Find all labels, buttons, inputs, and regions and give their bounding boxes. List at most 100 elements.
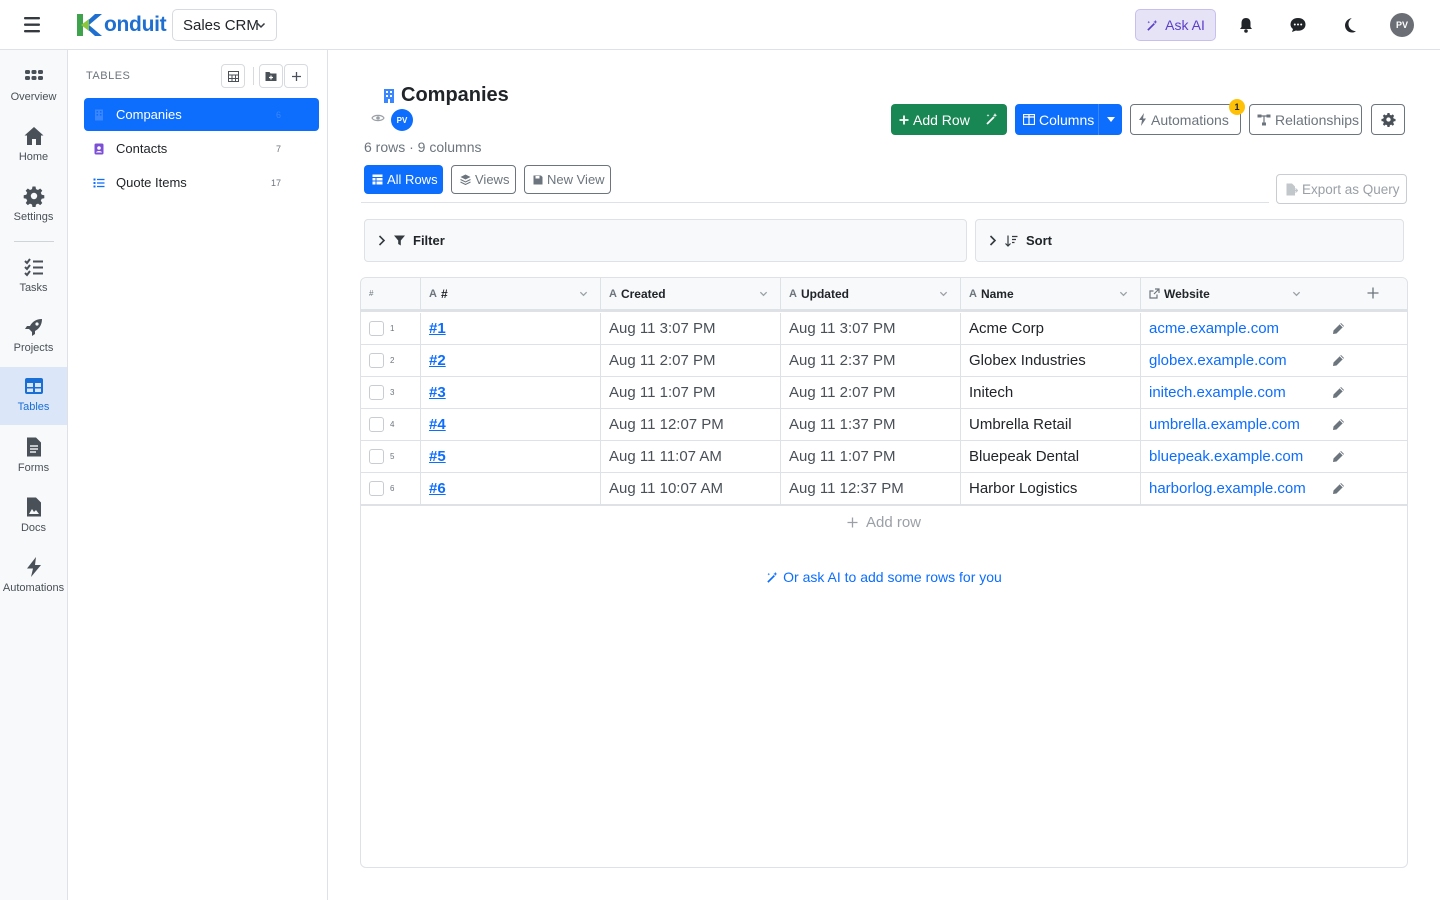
table-item-quote-items[interactable]: Quote Items 17 (84, 166, 319, 199)
rail-item-overview[interactable]: Overview (0, 57, 67, 115)
bell-icon[interactable] (1236, 15, 1256, 35)
id-cell[interactable]: #4 (421, 409, 601, 440)
column-header-created[interactable]: A Created (601, 278, 781, 309)
updated-cell[interactable]: Aug 11 3:07 PM (781, 313, 961, 344)
created-cell[interactable]: Aug 11 3:07 PM (601, 313, 781, 344)
created-cell[interactable]: Aug 11 12:07 PM (601, 409, 781, 440)
chevron-down-icon[interactable] (1292, 289, 1301, 298)
ask-ai-button[interactable]: Ask AI (1135, 9, 1216, 41)
id-cell[interactable]: #1 (421, 313, 601, 344)
hamburger-menu-icon[interactable] (22, 14, 46, 36)
updated-cell[interactable]: Aug 11 1:37 PM (781, 409, 961, 440)
created-cell[interactable]: Aug 11 2:07 PM (601, 345, 781, 376)
table-grid-button[interactable] (221, 64, 245, 88)
views-button[interactable]: Views (451, 165, 516, 194)
new-view-button[interactable]: New View (524, 165, 611, 194)
pencil-icon[interactable] (1332, 354, 1345, 367)
name-cell[interactable]: Initech (961, 377, 1141, 408)
name-cell[interactable]: Umbrella Retail (961, 409, 1141, 440)
row-id-link[interactable]: #4 (429, 416, 446, 433)
row-checkbox[interactable] (369, 481, 384, 496)
row-checkbox[interactable] (369, 449, 384, 464)
table-row[interactable]: 3 #3 Aug 11 1:07 PM Aug 11 2:07 PM Inite… (361, 377, 1407, 409)
pencil-icon[interactable] (1332, 482, 1345, 495)
website-link[interactable]: bluepeak.example.com (1149, 448, 1303, 465)
rail-item-home[interactable]: Home (0, 117, 67, 175)
moon-icon[interactable] (1340, 15, 1360, 35)
rail-item-docs[interactable]: Docs (0, 488, 67, 546)
created-cell[interactable]: Aug 11 10:07 AM (601, 473, 781, 504)
add-row-button[interactable]: Add Row (891, 104, 1007, 135)
rail-item-forms[interactable]: Forms (0, 428, 67, 486)
row-checkbox[interactable] (369, 417, 384, 432)
row-checkbox[interactable] (369, 353, 384, 368)
website-cell[interactable]: initech.example.com (1141, 377, 1307, 408)
website-link[interactable]: harborlog.example.com (1149, 480, 1306, 497)
row-checkbox[interactable] (369, 385, 384, 400)
website-cell[interactable]: umbrella.example.com (1141, 409, 1307, 440)
ask-ai-add-rows-link[interactable]: Or ask AI to add some rows for you (361, 569, 1407, 585)
new-folder-button[interactable] (259, 64, 283, 88)
chevron-down-icon[interactable] (579, 289, 588, 298)
pencil-icon[interactable] (1332, 418, 1345, 431)
rail-item-tasks[interactable]: Tasks (0, 248, 67, 306)
rail-item-projects[interactable]: Projects (0, 308, 67, 366)
website-cell[interactable]: acme.example.com (1141, 313, 1307, 344)
chat-icon[interactable] (1288, 15, 1308, 35)
relationships-button[interactable]: Relationships (1249, 104, 1362, 135)
column-header-id[interactable]: A # (421, 278, 601, 309)
column-header-name[interactable]: A Name (961, 278, 1141, 309)
logo[interactable]: onduit (75, 10, 167, 40)
rail-item-settings[interactable]: Settings (0, 177, 67, 235)
name-cell[interactable]: Globex Industries (961, 345, 1141, 376)
updated-cell[interactable]: Aug 11 2:37 PM (781, 345, 961, 376)
add-column-plus-icon[interactable] (1367, 287, 1379, 299)
owner-avatar[interactable]: PV (391, 109, 413, 131)
magic-wand-icon[interactable] (985, 112, 999, 126)
all-rows-view-button[interactable]: All Rows (364, 165, 443, 194)
created-cell[interactable]: Aug 11 11:07 AM (601, 441, 781, 472)
table-row[interactable]: 1 #1 Aug 11 3:07 PM Aug 11 3:07 PM Acme … (361, 313, 1407, 345)
id-cell[interactable]: #3 (421, 377, 601, 408)
updated-cell[interactable]: Aug 11 12:37 PM (781, 473, 961, 504)
name-cell[interactable]: Acme Corp (961, 313, 1141, 344)
row-id-link[interactable]: #2 (429, 352, 446, 369)
pencil-icon[interactable] (1332, 386, 1345, 399)
row-id-link[interactable]: #5 (429, 448, 446, 465)
automations-button[interactable]: Automations 1 (1130, 99, 1245, 135)
updated-cell[interactable]: Aug 11 2:07 PM (781, 377, 961, 408)
row-id-link[interactable]: #6 (429, 480, 446, 497)
column-header-updated[interactable]: A Updated (781, 278, 961, 309)
rail-item-tables[interactable]: Tables (0, 367, 67, 425)
filter-bar[interactable]: Filter (364, 219, 967, 262)
chevron-down-icon[interactable] (939, 289, 948, 298)
chevron-down-icon[interactable] (759, 289, 768, 298)
website-cell[interactable]: harborlog.example.com (1141, 473, 1307, 504)
row-id-link[interactable]: #3 (429, 384, 446, 401)
columns-button[interactable]: Columns (1015, 104, 1122, 135)
website-link[interactable]: initech.example.com (1149, 384, 1286, 401)
add-row-inline-button[interactable]: Add row (361, 514, 1407, 531)
updated-cell[interactable]: Aug 11 1:07 PM (781, 441, 961, 472)
table-item-contacts[interactable]: Contacts 7 (84, 132, 319, 165)
website-link[interactable]: umbrella.example.com (1149, 416, 1300, 433)
name-cell[interactable]: Bluepeak Dental (961, 441, 1141, 472)
add-table-button[interactable] (284, 64, 308, 88)
row-id-link[interactable]: #1 (429, 320, 446, 337)
chevron-down-icon[interactable] (1119, 289, 1128, 298)
table-settings-button[interactable] (1371, 104, 1405, 135)
created-cell[interactable]: Aug 11 1:07 PM (601, 377, 781, 408)
pencil-icon[interactable] (1332, 450, 1345, 463)
website-link[interactable]: acme.example.com (1149, 320, 1279, 337)
pencil-icon[interactable] (1332, 322, 1345, 335)
user-avatar[interactable]: PV (1390, 13, 1414, 37)
table-row[interactable]: 2 #2 Aug 11 2:07 PM Aug 11 2:37 PM Globe… (361, 345, 1407, 377)
export-as-query-button[interactable]: Export as Query (1276, 174, 1407, 204)
row-checkbox[interactable] (369, 321, 384, 336)
website-cell[interactable]: bluepeak.example.com (1141, 441, 1307, 472)
rail-item-automations[interactable]: Automations (0, 548, 67, 606)
column-header-website[interactable]: Website (1141, 278, 1307, 309)
table-item-companies[interactable]: Companies 6 (84, 98, 319, 131)
table-row[interactable]: 6 #6 Aug 11 10:07 AM Aug 11 12:37 PM Har… (361, 473, 1407, 506)
table-row[interactable]: 4 #4 Aug 11 12:07 PM Aug 11 1:37 PM Umbr… (361, 409, 1407, 441)
